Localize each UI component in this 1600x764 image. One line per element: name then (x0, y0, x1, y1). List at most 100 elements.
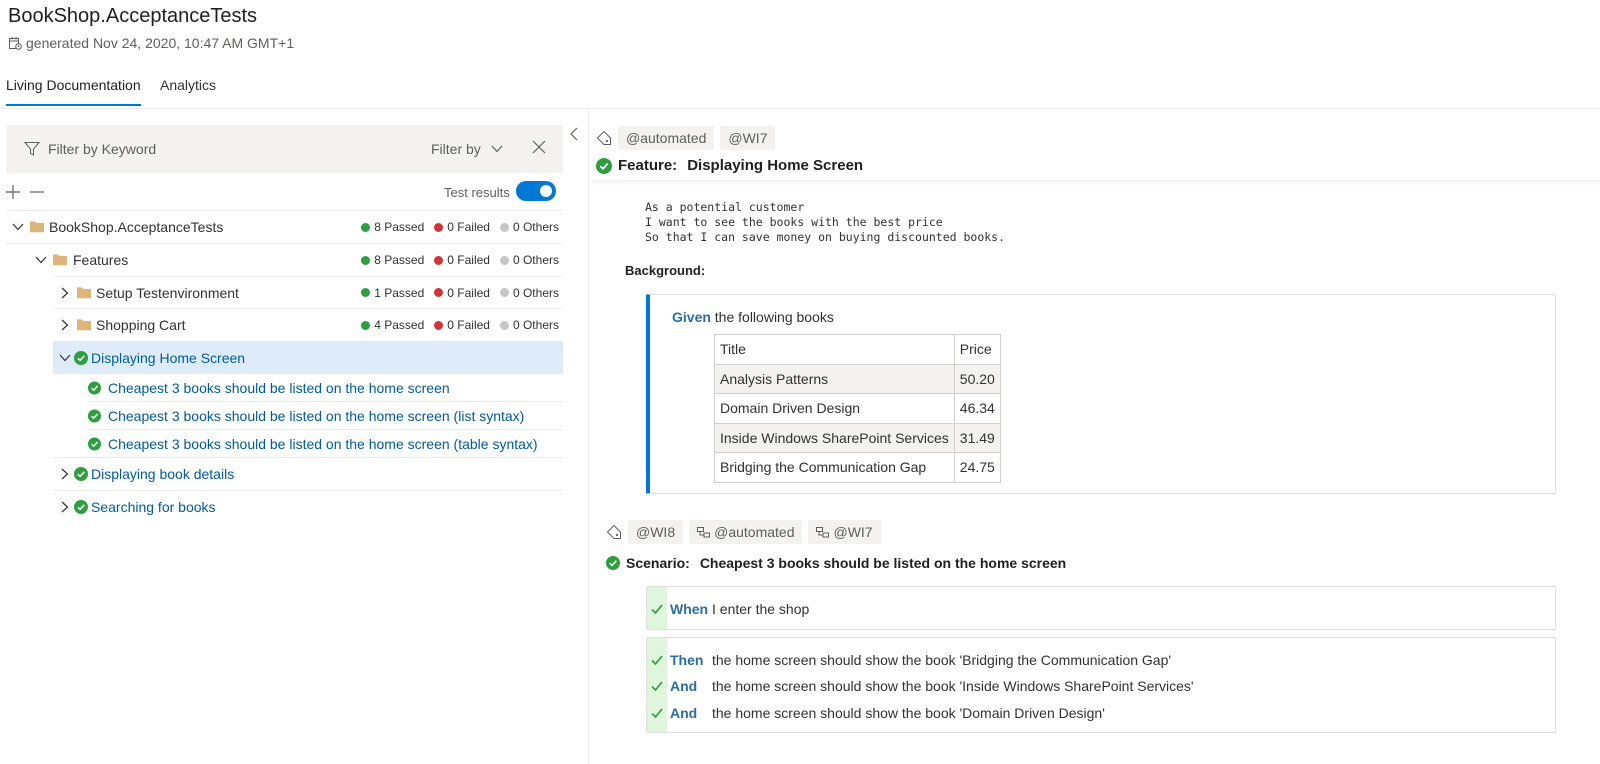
passed-dot (361, 255, 371, 265)
background-step: Given the following books (672, 309, 834, 325)
failed-dot (434, 288, 444, 297)
feature-keyword: Feature: (618, 157, 678, 174)
tree-scenario-item[interactable]: Cheapest 3 books should be listed on the… (88, 429, 563, 457)
header-shadow (592, 180, 1600, 186)
generated-timestamp: generated Nov 24, 2020, 10:47 AM GMT+1 (26, 35, 295, 51)
table-header-cell: Title (714, 334, 955, 365)
filter-by-label: Filter by (431, 141, 481, 157)
collapse-all-icon[interactable] (30, 185, 44, 199)
tag-automated-inherited[interactable]: @automated (689, 520, 803, 544)
step-text: the home screen should show the book 'Do… (712, 705, 1105, 721)
tag-automated[interactable]: @automated (618, 126, 715, 150)
tree-node-root[interactable]: BookShop.AcceptanceTests 8 Passed 0 Fail… (6, 210, 563, 243)
table-header-row: Title Price (714, 334, 1001, 365)
collapse-panel-icon[interactable] (569, 127, 579, 141)
scenario-label: Cheapest 3 books should be listed on the… (108, 407, 525, 424)
feature-description: As a potential customer I want to see th… (645, 200, 1005, 245)
close-icon[interactable] (532, 140, 546, 154)
failed-dot (434, 255, 444, 265)
others-count: 0 Others (512, 220, 559, 234)
step-keyword: And (670, 705, 698, 721)
step-keyword: Then (670, 652, 704, 668)
tag-wi7-inherited[interactable]: @WI7 (808, 520, 881, 544)
check-icon (651, 604, 663, 615)
tag-label: @automated (714, 524, 795, 540)
chevron-down-icon[interactable] (59, 354, 71, 362)
test-stats: 1 Passed 0 Failed 0 Others (361, 286, 559, 300)
scenario-keyword: Scenario: (626, 555, 690, 571)
passed-dot (361, 320, 371, 330)
tree-node-label: Shopping Cart (96, 317, 186, 333)
tag-wi8[interactable]: @WI8 (628, 520, 684, 544)
tab-living-documentation[interactable]: Living Documentation (6, 77, 141, 106)
step-keyword: When (670, 601, 709, 617)
page-title: BookShop.AcceptanceTests (8, 5, 258, 27)
tree-node-label: Searching for books (91, 499, 216, 515)
tree-node-setup-testenvironment[interactable]: Setup Testenvironment 1 Passed 0 Failed … (53, 276, 563, 308)
chevron-right-icon[interactable] (61, 468, 69, 480)
chevron-down-icon (491, 145, 503, 153)
books-table: Title Price Analysis Patterns 50.20 Doma… (714, 334, 1001, 483)
table-cell: Bridging the Communication Gap (714, 452, 955, 483)
chevron-down-icon[interactable] (35, 256, 47, 264)
tree-node-searching-for-books[interactable]: Searching for books (53, 490, 563, 523)
chevron-right-icon[interactable] (61, 319, 69, 331)
inherited-tag-icon (697, 526, 711, 537)
passed-check-icon (88, 437, 101, 450)
tree-node-displaying-book-details[interactable]: Displaying book details (53, 457, 563, 490)
check-icon (651, 708, 663, 719)
when-step-box: When I enter the shop (646, 586, 1556, 630)
chevron-right-icon[interactable] (61, 501, 69, 513)
step-line: When I enter the shop (647, 598, 1547, 620)
passed-count: 8 Passed (374, 220, 425, 234)
expand-all-icon[interactable] (6, 185, 20, 199)
test-stats: 4 Passed 0 Failed 0 Others (361, 318, 559, 332)
test-stats: 8 Passed 0 Failed 0 Others (361, 220, 559, 234)
keyword-filter-input[interactable] (48, 137, 378, 161)
others-dot (499, 320, 509, 330)
failed-count: 0 Failed (447, 253, 490, 267)
description-line: As a potential customer (645, 200, 805, 214)
tree-node-shopping-cart[interactable]: Shopping Cart 4 Passed 0 Failed 0 Others (53, 308, 563, 341)
tree-node-label: Setup Testenvironment (96, 284, 239, 301)
tree-scenario-item[interactable]: Cheapest 3 books should be listed on the… (88, 401, 563, 429)
passed-check-icon (74, 351, 88, 365)
step-keyword: Given (672, 309, 711, 325)
tree-scenario-item[interactable]: Cheapest 3 books should be listed on the… (88, 374, 563, 401)
passed-check-icon (596, 157, 612, 174)
passed-check-icon (74, 500, 88, 514)
scenario-label: Cheapest 3 books should be listed on the… (108, 435, 538, 452)
passed-dot (361, 222, 371, 232)
others-dot (499, 255, 509, 265)
table-cell: 31.49 (953, 422, 1001, 453)
folder-icon (77, 286, 91, 298)
chevron-right-icon[interactable] (61, 287, 69, 299)
failed-dot (434, 222, 444, 232)
background-label: Background: (625, 263, 706, 278)
tree-node-displaying-home-screen[interactable]: Displaying Home Screen (53, 341, 563, 374)
step-keyword: And (670, 678, 698, 694)
passed-check-icon (88, 381, 101, 394)
others-count: 0 Others (512, 318, 559, 332)
chevron-down-icon[interactable] (12, 223, 24, 231)
tag-wi7[interactable]: @WI7 (720, 126, 776, 150)
step-text: the following books (714, 309, 834, 325)
filter-by-dropdown[interactable]: Filter by (431, 141, 503, 157)
tab-analytics[interactable]: Analytics (160, 77, 216, 104)
passed-dot (361, 288, 371, 297)
table-cell: 50.20 (953, 363, 1001, 394)
tree-toolbar: Test results (6, 181, 563, 205)
step-line: And the home screen should show the book… (647, 675, 1547, 697)
table-cell: 46.34 (953, 393, 1001, 424)
table-header-cell: Price (953, 334, 1001, 365)
feature-tags: @automated @WI7 (596, 126, 776, 150)
passed-count: 8 Passed (374, 253, 425, 267)
tree-node-features[interactable]: Features 8 Passed 0 Failed 0 Others (6, 243, 563, 276)
table-row: Inside Windows SharePoint Services 31.49 (714, 422, 1001, 453)
passed-check-icon (74, 467, 88, 481)
failed-count: 0 Failed (447, 220, 490, 234)
table-row: Bridging the Communication Gap 24.75 (714, 452, 1001, 483)
tree-node-label: Displaying book details (91, 466, 235, 482)
test-results-toggle[interactable] (516, 181, 556, 201)
folder-icon (53, 254, 67, 266)
